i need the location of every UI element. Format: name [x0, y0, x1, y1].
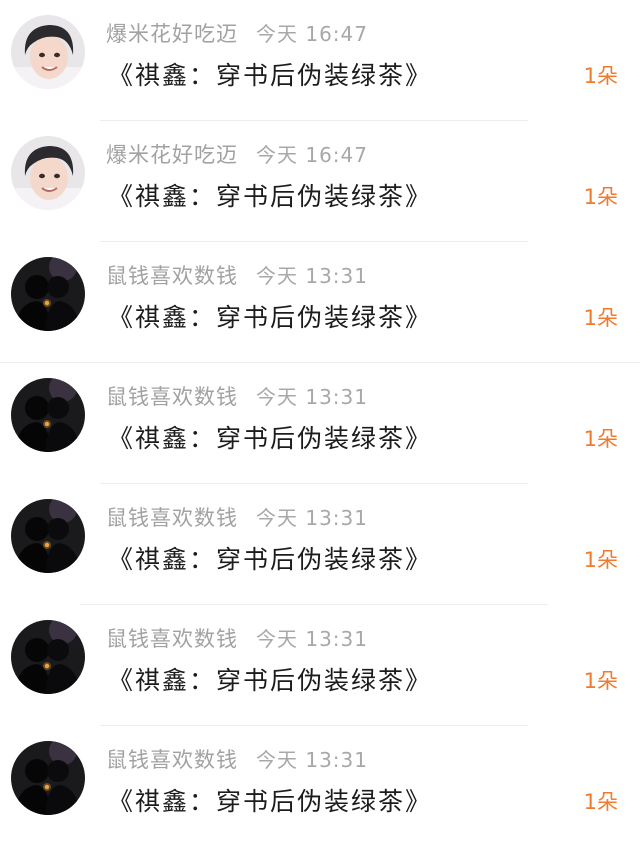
sender-line: 鼠钱喜欢数钱 今天 13:31 [106, 260, 368, 288]
timestamp: 今天 13:31 [256, 627, 368, 651]
gift-count: 1朵 [583, 790, 618, 814]
silhouette-couple-icon [11, 378, 85, 452]
list-item[interactable]: 鼠钱喜欢数钱 今天 13:31 《祺鑫：穿书后伪装绿茶》 1朵 [0, 726, 640, 847]
silhouette-couple-icon [11, 741, 85, 815]
gift-count: 1朵 [583, 64, 618, 88]
sender-line: 鼠钱喜欢数钱 今天 13:31 [106, 502, 368, 530]
timestamp: 今天 13:31 [256, 385, 368, 409]
silhouette-couple-icon [11, 257, 85, 331]
timestamp: 今天 13:31 [256, 748, 368, 772]
gift-count: 1朵 [583, 185, 618, 209]
avatar[interactable] [11, 257, 85, 331]
list-item[interactable]: 爆米花好吃迈 今天 16:47 《祺鑫：穿书后伪装绿茶》 1朵 [0, 0, 640, 121]
list-item[interactable]: 鼠钱喜欢数钱 今天 13:31 《祺鑫：穿书后伪装绿茶》 1朵 [0, 242, 640, 363]
avatar[interactable] [11, 136, 85, 210]
gift-message: 《祺鑫：穿书后伪装绿茶》 [108, 303, 433, 332]
timestamp: 今天 16:47 [256, 22, 368, 46]
gift-count: 1朵 [583, 548, 618, 572]
list-item[interactable]: 鼠钱喜欢数钱 今天 13:31 《祺鑫：穿书后伪装绿茶》 1朵 [0, 605, 640, 726]
gift-message: 《祺鑫：穿书后伪装绿茶》 [108, 424, 433, 453]
timestamp: 今天 13:31 [256, 264, 368, 288]
gift-count: 1朵 [583, 669, 618, 693]
sender-name[interactable]: 鼠钱喜欢数钱 [106, 627, 238, 651]
avatar[interactable] [11, 15, 85, 89]
gift-count: 1朵 [583, 427, 618, 451]
sender-name[interactable]: 鼠钱喜欢数钱 [106, 264, 238, 288]
avatar[interactable] [11, 741, 85, 815]
sender-name[interactable]: 鼠钱喜欢数钱 [106, 506, 238, 530]
avatar[interactable] [11, 499, 85, 573]
silhouette-couple-icon [11, 620, 85, 694]
sender-line: 爆米花好吃迈 今天 16:47 [106, 139, 368, 167]
timestamp: 今天 16:47 [256, 143, 368, 167]
sender-line: 鼠钱喜欢数钱 今天 13:31 [106, 744, 368, 772]
boy-photo-icon [11, 136, 85, 210]
gift-message: 《祺鑫：穿书后伪装绿茶》 [108, 61, 433, 90]
avatar[interactable] [11, 620, 85, 694]
timestamp: 今天 13:31 [256, 506, 368, 530]
list-item[interactable]: 鼠钱喜欢数钱 今天 13:31 《祺鑫：穿书后伪装绿茶》 1朵 [0, 484, 640, 605]
sender-name[interactable]: 鼠钱喜欢数钱 [106, 385, 238, 409]
list-item[interactable]: 爆米花好吃迈 今天 16:47 《祺鑫：穿书后伪装绿茶》 1朵 [0, 121, 640, 242]
sender-name[interactable]: 爆米花好吃迈 [106, 22, 238, 46]
gift-message: 《祺鑫：穿书后伪装绿茶》 [108, 666, 433, 695]
sender-name[interactable]: 爆米花好吃迈 [106, 143, 238, 167]
list-item[interactable]: 鼠钱喜欢数钱 今天 13:31 《祺鑫：穿书后伪装绿茶》 1朵 [0, 363, 640, 484]
avatar[interactable] [11, 378, 85, 452]
gift-message: 《祺鑫：穿书后伪装绿茶》 [108, 545, 433, 574]
gift-message: 《祺鑫：穿书后伪装绿茶》 [108, 182, 433, 211]
gift-message: 《祺鑫：穿书后伪装绿茶》 [108, 787, 433, 816]
sender-name[interactable]: 鼠钱喜欢数钱 [106, 748, 238, 772]
sender-line: 鼠钱喜欢数钱 今天 13:31 [106, 381, 368, 409]
sender-line: 爆米花好吃迈 今天 16:47 [106, 18, 368, 46]
gift-record-list: 爆米花好吃迈 今天 16:47 《祺鑫：穿书后伪装绿茶》 1朵 爆米花好吃迈 今天 … [0, 0, 640, 842]
boy-photo-icon [11, 15, 85, 89]
silhouette-couple-icon [11, 499, 85, 573]
gift-count: 1朵 [583, 306, 618, 330]
sender-line: 鼠钱喜欢数钱 今天 13:31 [106, 623, 368, 651]
